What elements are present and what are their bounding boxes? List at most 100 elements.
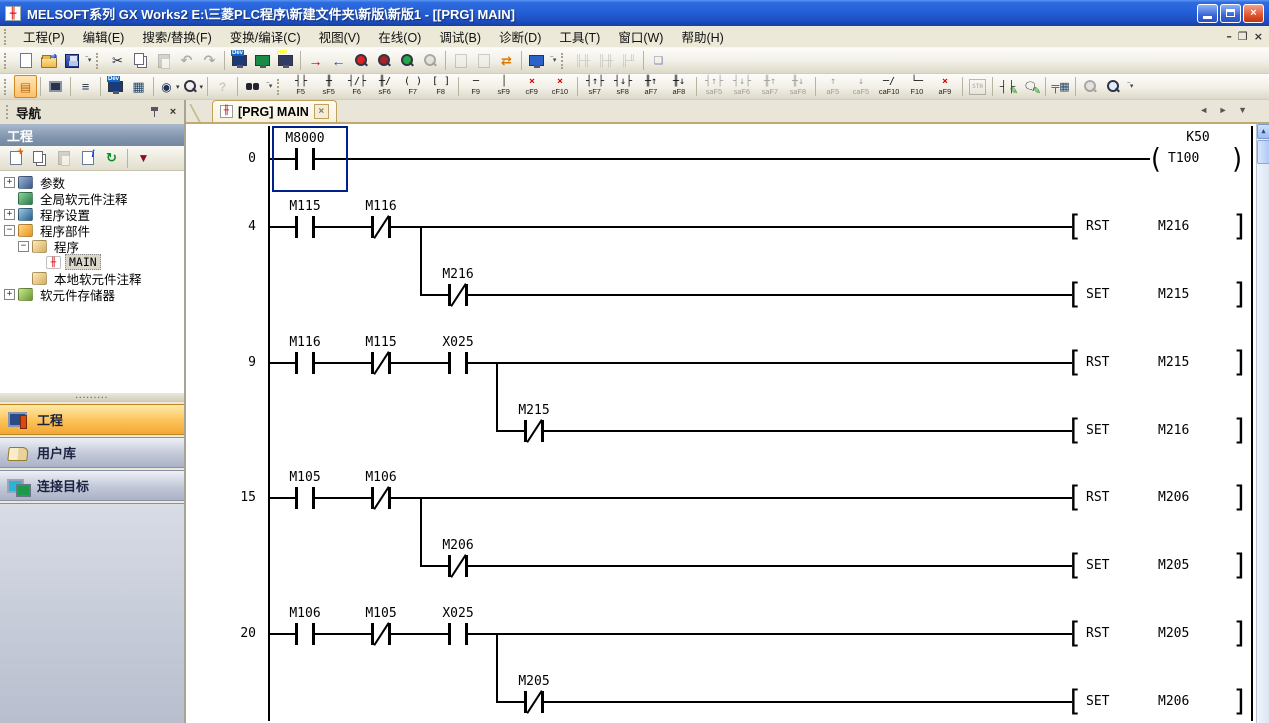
open-project-button[interactable] — [37, 49, 60, 72]
delete-line-button[interactable]: ×aF9 — [931, 75, 959, 99]
mdi-close-button[interactable]: × — [1254, 30, 1263, 43]
instruction-device-M206[interactable]: M206 — [1158, 694, 1189, 709]
toolbar-overflow-2[interactable]: ‾▾ — [548, 50, 559, 72]
menu-5[interactable]: 在线(O) — [369, 24, 430, 49]
close-button[interactable]: × — [1243, 4, 1264, 23]
sort-filter-button[interactable]: ▼ — [132, 147, 155, 170]
refresh-view-button[interactable]: ↻ — [100, 147, 123, 170]
expand-icon[interactable]: + — [4, 177, 15, 188]
navigation-window-toggle-button[interactable]: ▤ — [14, 75, 37, 98]
function-block-window-button[interactable] — [44, 75, 67, 98]
instruction-op-SET[interactable]: SET — [1086, 287, 1109, 302]
menu-8[interactable]: 工具(T) — [550, 24, 609, 49]
delete-vertical-line-button[interactable]: ×cF10 — [546, 75, 574, 99]
instruction-device-M205[interactable]: M205 — [1158, 558, 1189, 573]
collapse-icon[interactable]: − — [18, 241, 29, 252]
menu-9[interactable]: 窗口(W) — [609, 24, 672, 49]
tree-item-软元件存储器[interactable]: +软元件存储器 — [0, 286, 184, 302]
nav-drag-handle[interactable] — [6, 105, 11, 119]
menu-1[interactable]: 编辑(E) — [74, 24, 134, 49]
toolbar-overflow-3[interactable]: ‾▾ — [264, 76, 275, 98]
expand-icon[interactable]: + — [4, 289, 15, 300]
toolbar-drag-handle[interactable] — [4, 79, 9, 95]
device-batch-monitor-button[interactable] — [350, 49, 373, 72]
open-contact-button[interactable]: ┤├F5 — [287, 75, 315, 99]
no-contact-M106[interactable] — [295, 623, 315, 645]
cut-button[interactable]: ✂ — [106, 49, 129, 72]
tree-item-程序部件[interactable]: −程序部件 — [0, 222, 184, 238]
collapse-icon[interactable]: − — [4, 225, 15, 236]
parallel-falling-pulse-button[interactable]: ╫↓aF8 — [665, 75, 693, 99]
new-data-button[interactable] — [4, 147, 27, 170]
falling-pulse-button[interactable]: ┤↓├sF8 — [609, 75, 637, 99]
minimize-button[interactable] — [1197, 4, 1218, 23]
menu-10[interactable]: 帮助(H) — [672, 24, 732, 49]
toolbar-overflow-1[interactable]: ‾▾ — [83, 50, 94, 72]
vertical-scrollbar[interactable]: ▲ — [1256, 124, 1269, 723]
device-test-button[interactable] — [373, 49, 396, 72]
data-property-button[interactable] — [76, 147, 99, 170]
restore-button[interactable] — [1220, 4, 1241, 23]
mdi-minimize-button[interactable]: – — [1226, 30, 1232, 43]
draw-line-button[interactable]: └─F10 — [903, 75, 931, 99]
panel-splitter[interactable]: ········· — [0, 393, 184, 402]
no-contact-M105[interactable] — [295, 487, 315, 509]
monitor-start-button[interactable]: → — [304, 49, 327, 72]
instruction-op-SET[interactable]: SET — [1086, 558, 1109, 573]
toolbar-overflow-4[interactable]: ‾▾ — [1125, 76, 1136, 98]
instruction-device-M215[interactable]: M215 — [1158, 355, 1189, 370]
coil-device-T100[interactable]: T100 — [1168, 151, 1199, 166]
menu-4[interactable]: 视图(V) — [310, 24, 370, 49]
transfer-setup-button[interactable]: ⇄ — [495, 49, 518, 72]
instruction-device-M215[interactable]: M215 — [1158, 287, 1189, 302]
view-button-工程[interactable]: 工程 — [0, 404, 184, 435]
instruction-op-SET[interactable]: SET — [1086, 423, 1109, 438]
hardware-monitor-button[interactable] — [274, 49, 297, 72]
scrollbar-thumb[interactable] — [1257, 140, 1269, 164]
write-to-plc-button[interactable] — [228, 49, 251, 72]
instruction-op-RST[interactable]: RST — [1086, 490, 1109, 505]
find-mode-button[interactable]: ▾ — [181, 75, 205, 98]
closed-contact-button[interactable]: ┤/├F6 — [343, 75, 371, 99]
new-project-button[interactable] — [14, 49, 37, 72]
dropdown-arrow-icon[interactable]: ▾ — [176, 83, 180, 91]
connection-destination-button[interactable] — [525, 49, 548, 72]
menu-2[interactable]: 搜索/替换(F) — [133, 24, 220, 49]
invert-operation-result-button[interactable]: ─/caF10 — [875, 75, 903, 99]
edit-ladder-mode-button[interactable]: ┤├ — [996, 75, 1019, 98]
mdi-restore-button[interactable]: ❐ — [1238, 30, 1248, 43]
toolbar-drag-handle[interactable] — [96, 53, 101, 69]
toolbar-drag-handle[interactable] — [4, 53, 9, 69]
comment-batch-edit-button[interactable]: ╤▦ — [1049, 75, 1072, 98]
no-contact-M116[interactable] — [295, 352, 315, 374]
toolbar-drag-handle[interactable] — [561, 53, 566, 69]
parallel-closed-contact-button[interactable]: ╫/sF6 — [371, 75, 399, 99]
pin-icon[interactable] — [148, 105, 162, 119]
no-contact-X025[interactable] — [448, 352, 468, 374]
ladder-canvas[interactable]: ▲ 0M8000(T100)K504M115M116[RSTM216]M216[… — [186, 124, 1269, 723]
copy-button[interactable] — [129, 49, 152, 72]
selected-cell-cursor[interactable] — [272, 126, 348, 192]
instruction-device-M216[interactable]: M216 — [1158, 423, 1189, 438]
monitor-stop-button[interactable]: ← — [327, 49, 350, 72]
scroll-up-icon[interactable]: ▲ — [1257, 124, 1269, 139]
instruction-op-RST[interactable]: RST — [1086, 219, 1109, 234]
coil-button[interactable]: ( )F7 — [399, 75, 427, 99]
parallel-open-contact-button[interactable]: ╫sF5 — [315, 75, 343, 99]
instruction-op-RST[interactable]: RST — [1086, 626, 1109, 641]
nav-close-icon[interactable]: × — [166, 106, 180, 118]
instruction-device-M206[interactable]: M206 — [1158, 490, 1189, 505]
device-display-mode-button[interactable]: ◉▾ — [157, 75, 181, 98]
device-table-button[interactable]: ▦ — [127, 75, 150, 98]
menu-0[interactable]: 工程(P) — [14, 24, 74, 49]
menu-drag-handle[interactable] — [4, 29, 9, 45]
edit-comment-mode-button[interactable]: 🗨 — [1019, 75, 1042, 98]
read-from-plc-button[interactable] — [251, 49, 274, 72]
instruction-device-M216[interactable]: M216 — [1158, 219, 1189, 234]
menu-6[interactable]: 调试(B) — [430, 24, 490, 49]
program-list-button[interactable]: ≡ — [74, 75, 97, 98]
parallel-rising-pulse-button[interactable]: ╫↑aF7 — [637, 75, 665, 99]
dropdown-arrow-icon[interactable]: ▾ — [200, 83, 204, 91]
copy-data-button[interactable] — [28, 147, 51, 170]
tab-close-icon[interactable]: × — [314, 104, 329, 119]
